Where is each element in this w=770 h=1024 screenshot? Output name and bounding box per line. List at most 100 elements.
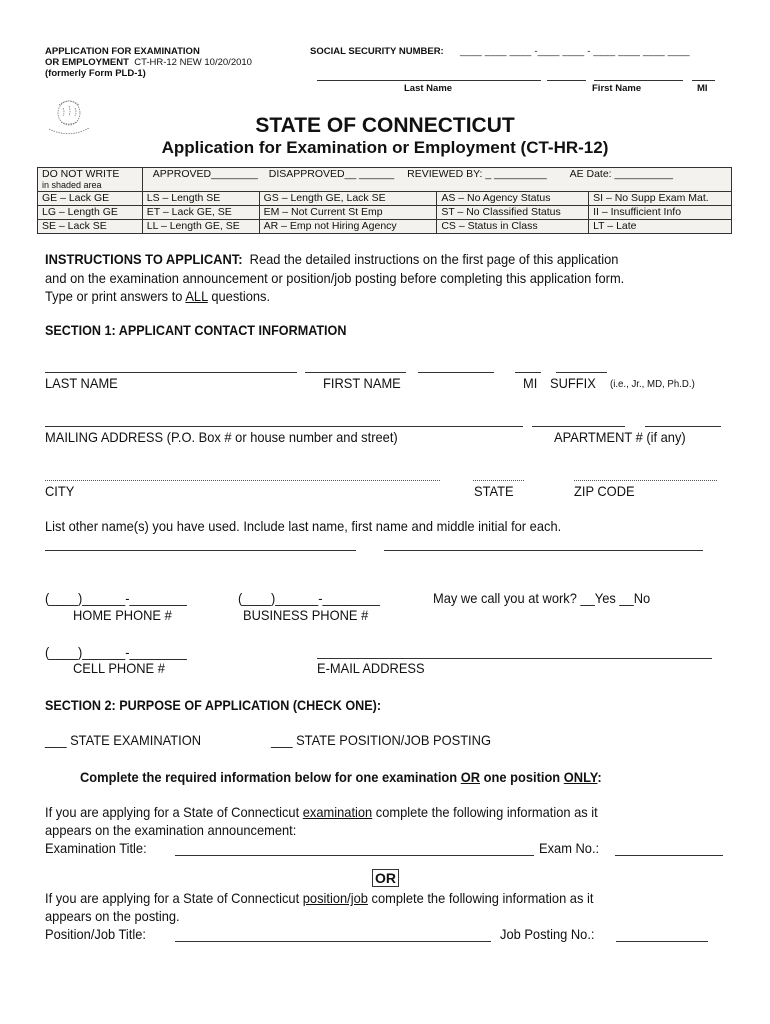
exam-emphasis: examination xyxy=(302,804,373,820)
exam-no-label: Exam No.: xyxy=(539,840,600,856)
job-paragraph-line2: appears on the posting. xyxy=(45,908,180,924)
table-cell: EM – Not Current St Emp xyxy=(258,205,438,220)
last-name-label: LAST NAME xyxy=(45,375,118,391)
table-cell: ST – No Classified Status xyxy=(436,205,590,220)
ssn-field[interactable]: ____ ____ ____ -____ ____ - ____ ____ __… xyxy=(460,46,690,57)
office-table-header-row: DO NOT WRITE in shaded area APPROVED____… xyxy=(37,167,733,192)
other-name-field-1[interactable] xyxy=(45,550,356,551)
cell-phone-field[interactable]: (____)______-________ xyxy=(45,644,187,660)
instructions-label: INSTRUCTIONS TO APPLICANT: xyxy=(45,251,243,267)
last-name-field[interactable] xyxy=(45,372,297,373)
do-not-write-cell: DO NOT WRITE in shaded area xyxy=(37,167,143,192)
table-row: SE – Lack SE LL – Length GE, SE AR – Emp… xyxy=(37,219,732,234)
state-field[interactable] xyxy=(473,480,524,481)
table-cell: ET – Lack GE, SE xyxy=(141,205,260,220)
header-first-name-label: First Name xyxy=(592,83,642,94)
cell-phone-label: CELL PHONE # xyxy=(73,660,165,676)
do-not-write-label: DO NOT WRITE xyxy=(42,168,120,180)
city-field[interactable] xyxy=(45,480,440,481)
exam-paragraph-line1: If you are applying for a State of Conne… xyxy=(45,804,598,820)
shaded-area-note: in shaded area xyxy=(42,180,102,190)
header-mi-label: MI xyxy=(697,83,708,94)
email-label: E-MAIL ADDRESS xyxy=(317,660,425,676)
business-phone-label: BUSINESS PHONE # xyxy=(243,607,369,623)
instructions-text3: Type or print answers to xyxy=(45,288,186,304)
table-cell: LS – Length SE xyxy=(141,191,260,206)
first-name-field[interactable] xyxy=(305,372,406,373)
complete-instruction: Complete the required information below … xyxy=(80,769,602,785)
table-row: GE – Lack GE LS – Length SE GS – Length … xyxy=(37,191,732,206)
home-phone-label: HOME PHONE # xyxy=(73,607,172,623)
job-title-field[interactable] xyxy=(175,941,491,942)
business-phone-field[interactable]: (____)______-________ xyxy=(238,590,380,606)
form-id-line2: OR EMPLOYMENT CT-HR-12 NEW 10/20/2010 xyxy=(45,57,252,68)
first-name-label: FIRST NAME xyxy=(323,375,401,391)
exam-text: If you are applying for a State of Conne… xyxy=(45,804,303,820)
table-row: LG – Length GE ET – Lack GE, SE EM – Not… xyxy=(37,205,732,220)
job-paragraph-line1: If you are applying for a State of Conne… xyxy=(45,890,593,906)
table-cell: SI – No Supp Exam Mat. xyxy=(588,191,732,206)
table-cell: GS – Length GE, Lack SE xyxy=(258,191,438,206)
other-names-prompt: List other name(s) you have used. Includ… xyxy=(45,518,562,534)
apartment-field[interactable] xyxy=(532,426,625,427)
home-phone-field[interactable]: (____)______-________ xyxy=(45,590,187,606)
state-job-posting-option[interactable]: ___ STATE POSITION/JOB POSTING xyxy=(271,732,491,748)
table-cell: GE – Lack GE xyxy=(37,191,143,206)
job-emphasis: position/job xyxy=(302,890,368,906)
mi-field[interactable] xyxy=(515,372,541,373)
exam-title-label: Examination Title: xyxy=(45,840,147,856)
complete-or: OR xyxy=(460,769,481,785)
office-use-table: DO NOT WRITE in shaded area APPROVED____… xyxy=(37,167,733,234)
instructions-line2: and on the examination announcement or p… xyxy=(45,270,625,286)
form-id-line3: (formerly Form PLD-1) xyxy=(45,68,146,79)
section1-heading: SECTION 1: APPLICANT CONTACT INFORMATION xyxy=(45,322,347,338)
call-at-work-question[interactable]: May we call you at work? __Yes __No xyxy=(433,590,650,606)
disapproved-field: DISAPPROVED__ ______ xyxy=(268,168,395,180)
zip-code-label: ZIP CODE xyxy=(574,483,635,499)
job-text-end: complete the following information as it xyxy=(367,890,594,906)
suffix-label: SUFFIX xyxy=(550,375,596,391)
header-first-name-line[interactable] xyxy=(594,80,683,81)
job-posting-no-field[interactable] xyxy=(616,941,708,942)
approved-field: APPROVED________ xyxy=(152,168,258,180)
table-cell: AS – No Agency Status xyxy=(436,191,590,206)
complete-only: ONLY xyxy=(563,769,598,785)
exam-no-field[interactable] xyxy=(615,855,723,856)
mailing-address-field[interactable] xyxy=(45,426,523,427)
reviewed-by-field: REVIEWED BY: _ _________ xyxy=(407,168,547,180)
form-id-line1: APPLICATION FOR EXAMINATION xyxy=(45,46,200,57)
first-name-extra-field[interactable] xyxy=(418,372,494,373)
state-examination-option[interactable]: ___ STATE EXAMINATION xyxy=(45,732,201,748)
exam-title-field[interactable] xyxy=(175,855,534,856)
form-id-block: APPLICATION FOR EXAMINATION OR EMPLOYMEN… xyxy=(45,46,252,79)
page-subtitle: Application for Examination or Employmen… xyxy=(161,138,609,157)
apartment-extra-field[interactable] xyxy=(645,426,721,427)
city-label: CITY xyxy=(45,483,75,499)
table-cell: LL – Length GE, SE xyxy=(141,219,260,234)
header-extra-line[interactable] xyxy=(547,80,586,81)
other-name-field-2[interactable] xyxy=(384,550,703,551)
table-cell: LT – Late xyxy=(588,219,732,234)
table-cell: SE – Lack SE xyxy=(37,219,143,234)
zip-code-field[interactable] xyxy=(574,480,717,481)
suffix-field[interactable] xyxy=(556,372,607,373)
section2-heading: SECTION 2: PURPOSE OF APPLICATION (CHECK… xyxy=(45,697,382,713)
complete-text-end: : xyxy=(597,769,602,785)
header-last-name-line[interactable] xyxy=(317,80,541,81)
mi-label: MI xyxy=(523,375,538,391)
or-divider: OR xyxy=(372,869,399,887)
form-id-bold: OR EMPLOYMENT xyxy=(45,57,129,68)
header-mi-line[interactable] xyxy=(692,80,715,81)
exam-paragraph-line2: appears on the examination announcement: xyxy=(45,822,297,838)
email-field[interactable] xyxy=(317,658,712,659)
table-cell: II – Insufficient Info xyxy=(588,205,732,220)
instructions-text1: Read the detailed instructions on the fi… xyxy=(249,251,619,267)
state-label: STATE xyxy=(474,483,514,499)
complete-text-mid: one position xyxy=(480,769,564,785)
exam-text-end: complete the following information as it xyxy=(372,804,598,820)
ssn-label: SOCIAL SECURITY NUMBER: xyxy=(310,46,444,57)
table-cell: AR – Emp not Hiring Agency xyxy=(258,219,438,234)
ae-date-field: AE Date: __________ xyxy=(569,168,673,180)
job-title-label: Position/Job Title: xyxy=(45,926,146,942)
instructions-line1: INSTRUCTIONS TO APPLICANT: Read the deta… xyxy=(45,251,618,267)
